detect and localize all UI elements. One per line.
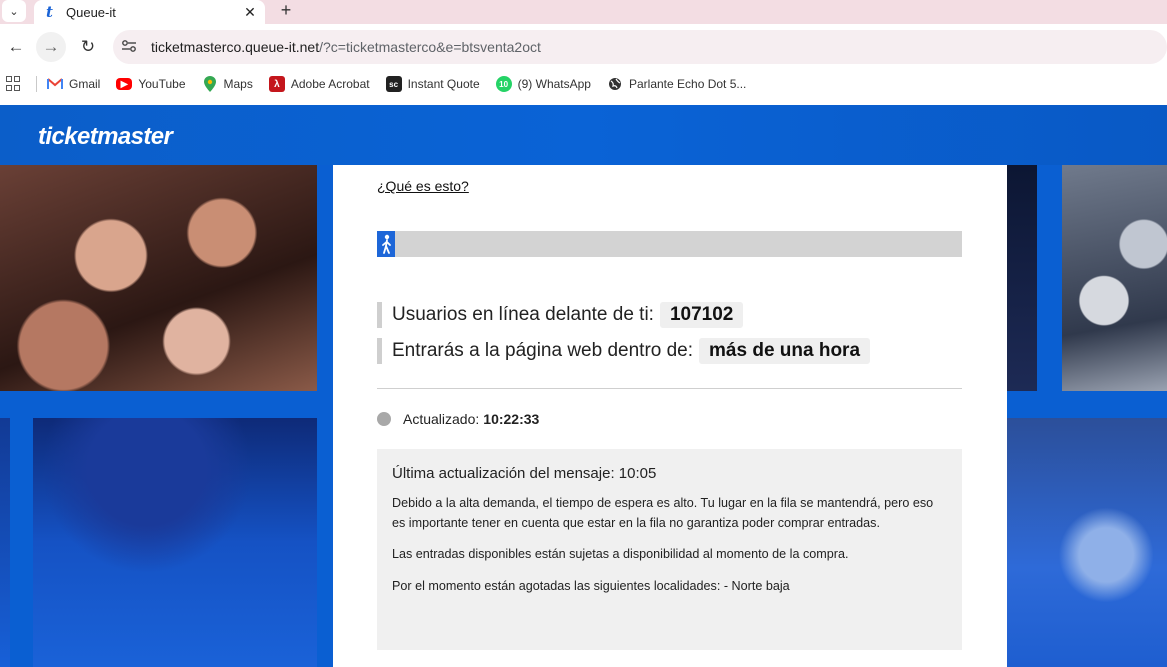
bookmarks-divider — [36, 76, 37, 92]
apps-grid-icon[interactable] — [6, 76, 22, 92]
bookmark-label: YouTube — [138, 77, 186, 91]
status-dot-icon — [377, 412, 391, 426]
bookmark-label: Adobe Acrobat — [290, 77, 370, 91]
url-path: /?c=ticketmasterco&e=btsventa2oct — [319, 39, 541, 55]
bookmark-label: (9) WhatsApp — [517, 77, 591, 91]
message-paragraph: Por el momento están agotadas las siguie… — [392, 578, 790, 593]
acrobat-icon: λ — [268, 76, 285, 92]
arrow-left-icon: ← — [7, 37, 25, 56]
arrow-right-icon: → — [42, 37, 60, 56]
concert-crowd-image — [0, 165, 317, 391]
last-updated-time: 10:22:33 — [483, 411, 540, 427]
chevron-down-icon: ⌄ — [9, 5, 19, 18]
users-ahead-label: Usuarios en línea delante de ti: — [392, 304, 654, 325]
queue-card: ¿Qué es esto? Usuarios en línea delante … — [333, 165, 1007, 667]
reload-icon: ↻ — [80, 37, 96, 56]
last-updated: Actualizado: 10:22:33 — [377, 411, 539, 427]
url-host: ticketmasterco.queue-it.net — [151, 39, 320, 55]
maps-icon — [202, 76, 218, 92]
reload-button[interactable]: ↻ — [73, 32, 103, 62]
url-text: ticketmasterco.queue-it.net/?c=ticketmas… — [151, 39, 541, 55]
tab-search-button[interactable]: ⌄ — [2, 0, 26, 22]
message-paragraph: Las entradas disponibles están sujetas a… — [392, 547, 849, 561]
bookmark-maps[interactable]: Maps — [202, 76, 253, 92]
bookmark-instant-quote[interactable]: sc Instant Quote — [385, 76, 480, 92]
instant-quote-icon: sc — [385, 76, 402, 92]
message-paragraph: Debido a la alta demanda, el tiempo de e… — [392, 496, 934, 530]
browser-toolbar: ← → ↻ ticketmasterco.queue-it.net/?c=tic… — [0, 24, 1167, 70]
ticketmaster-logo[interactable]: ticketmaster — [38, 123, 173, 151]
youtube-icon: ▶ — [116, 78, 133, 90]
concert-image-strip — [0, 418, 10, 667]
concert-dark-image — [1007, 165, 1037, 391]
users-ahead-count: 107102 — [659, 302, 744, 328]
bookmark-label: Instant Quote — [407, 77, 480, 91]
tab-title: Queue-it — [66, 4, 116, 20]
estimated-wait-label: Entrarás a la página web dentro de: — [392, 340, 694, 361]
concert-stage-image — [33, 418, 317, 667]
bookmark-adobe-acrobat[interactable]: λ Adobe Acrobat — [268, 76, 370, 92]
bookmarks-bar: Gmail ▶ YouTube Maps λ Adobe Acrobat sc … — [0, 70, 1167, 98]
site-header: ticketmaster — [0, 105, 1167, 165]
concert-fans-image — [1062, 165, 1167, 391]
last-updated-label: Actualizado: — [403, 411, 480, 427]
tab-strip: ⌄ t Queue-it ✕ + — [0, 0, 1167, 24]
tab-queue-it[interactable]: t Queue-it ✕ — [34, 0, 265, 24]
stadium-fan-image — [1007, 418, 1167, 667]
close-icon[interactable]: ✕ — [241, 4, 259, 21]
forward-button[interactable]: → — [36, 32, 66, 62]
divider — [377, 388, 962, 389]
whatsapp-icon: 10 — [495, 76, 512, 92]
bookmark-gmail[interactable]: Gmail — [47, 76, 100, 92]
queue-message-box: Última actualización del mensaje: 10:05 … — [377, 449, 962, 650]
estimated-wait: Entrarás a la página web dentro de: más … — [377, 338, 871, 364]
users-ahead: Usuarios en línea delante de ti: 107102 — [377, 302, 744, 328]
bookmark-label: Parlante Echo Dot 5... — [628, 77, 747, 91]
new-tab-button[interactable]: + — [276, 0, 296, 22]
bookmark-label: Gmail — [69, 77, 101, 91]
estimated-wait-value: más de una hora — [699, 338, 871, 364]
bookmark-label: Maps — [223, 77, 253, 91]
what-is-this-link[interactable]: ¿Qué es esto? — [377, 178, 469, 194]
ticketmaster-favicon-icon: t — [46, 3, 53, 21]
message-title: Última actualización del mensaje: 10:05 — [392, 465, 657, 482]
globe-icon — [607, 76, 623, 92]
bookmark-youtube[interactable]: ▶ YouTube — [116, 77, 186, 91]
bookmark-whatsapp[interactable]: 10 (9) WhatsApp — [495, 76, 591, 92]
queue-progress-bar — [377, 231, 962, 257]
gmail-icon — [47, 76, 63, 92]
bookmark-parlante[interactable]: Parlante Echo Dot 5... — [607, 76, 746, 92]
site-info-icon[interactable] — [121, 39, 143, 56]
back-button[interactable]: ← — [1, 32, 31, 62]
walking-person-icon — [380, 234, 394, 254]
address-bar[interactable]: ticketmasterco.queue-it.net/?c=ticketmas… — [113, 30, 1167, 64]
